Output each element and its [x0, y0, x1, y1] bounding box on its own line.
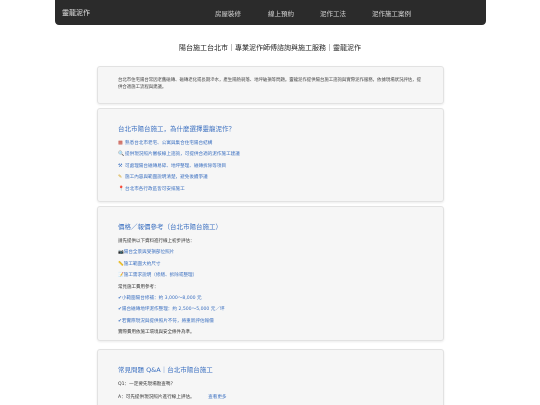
- nav-link-cases[interactable]: 泥作施工案例: [372, 8, 411, 18]
- price-cost-item-label: 若實際現況與提供照片不符，將重新評估報價: [121, 318, 214, 324]
- why-list-item: 📍 台北市各行政區皆可安排施工: [118, 184, 423, 195]
- price-cost-item-label: 小範圍陽台修補：約 3,000～8,000 元: [121, 296, 202, 302]
- price-sub2: 常見施工費用參考：: [118, 284, 159, 290]
- faq-answer-1: A：可先提供現況照片進行線上評估。 查看更多: [118, 392, 423, 403]
- price-footer: 實際費用依施工環境與安全條件為準。: [118, 330, 195, 336]
- nav-link-methods[interactable]: 泥作工法: [320, 8, 346, 18]
- price-material-item: 📏 施工範圍大約尺寸: [118, 259, 423, 270]
- pin-icon: 📍: [118, 185, 125, 192]
- pencil-icon: ✎: [118, 174, 123, 181]
- why-list-item-label: 可處理陽台磁磚易碎、地坪整理、磁磚拆除等項目: [125, 163, 227, 169]
- nav-link-booking[interactable]: 線上預約: [268, 8, 294, 18]
- faq-title: 常見問題 Q&A｜台北市陽台施工: [118, 366, 213, 374]
- faq-answer-text: A：可先提供現況照片進行線上評估。: [118, 395, 195, 400]
- top-navbar: 靈龍泥作 房屋裝修 線上預約 泥作工法 泥作施工案例: [55, 0, 486, 25]
- price-cost-item-label: 陽台磁磚地坪泥作整理：約 2,500～5,000 元／坪: [121, 307, 225, 313]
- why-list-item-label: 提供現況照片審核線上諮詢，可提供合適的泥作施工建議: [125, 152, 240, 158]
- magnifier-icon: 🔍: [118, 151, 125, 158]
- faq-more-link[interactable]: 查看更多: [208, 395, 226, 400]
- price-material-item-label: 施工範圍大約尺寸: [123, 261, 161, 267]
- why-card: 台北市陽台施工，為什麼選擇靈龍泥作？ ▩ 熟悉台北市老宅、公寓與集合住宅陽台結構 🔍…: [97, 108, 444, 202]
- why-list-item-label: 台北市各行政區皆可安排施工: [125, 186, 185, 192]
- nav-link-renovation[interactable]: 房屋裝修: [215, 8, 241, 18]
- brick-icon: ▩: [118, 140, 123, 146]
- why-title: 台北市陽台施工，為什麼選擇靈龍泥作？: [118, 125, 235, 133]
- price-sub1: 請先提供以下資料進行線上初步評估：: [118, 239, 195, 244]
- why-list-item-label: 熟悉台北市老宅、公寓與集合住宅陽台結構: [125, 141, 213, 146]
- price-material-item: 📷 陽台全景與受損部位照片: [118, 247, 423, 258]
- why-list-item-label: 施工內容與範圍說明清楚，避免後續爭議: [125, 175, 208, 181]
- intro-card: 台北市住宅陽台常因老舊磁磚、磁磚老化或長期滲水，產生隔熱剝落、地坪破損等問題。靈…: [97, 66, 444, 104]
- price-cost-item: ✔ 小範圍陽台修補：約 3,000～8,000 元: [118, 293, 423, 304]
- why-list-item: ⚒ 可處理陽台磁磚易碎、地坪整理、磁磚拆除等項目: [118, 161, 423, 172]
- price-list-materials: 📷 陽台全景與受損部位照片 📏 施工範圍大約尺寸 📝 施工需求說明（修繕、拆除或整理）: [118, 247, 423, 281]
- page-title: 陽台施工台北市｜專業泥作師傅諮詢與施工服務｜靈龍泥作: [179, 44, 361, 52]
- tools-icon: ⚒: [118, 162, 123, 169]
- faq-card: 常見問題 Q&A｜台北市陽台施工 Q1：一定要先現場勘查嗎？ A：可先提供現況照…: [97, 349, 444, 405]
- price-title: 價格／報價參考（台北市陽台施工）: [118, 223, 222, 231]
- why-list-item: ✎ 施工內容與範圍說明清楚，避免後續爭議: [118, 172, 423, 183]
- intro-text: 台北市住宅陽台常因老舊磁磚、磁磚老化或長期滲水，產生隔熱剝落、地坪破損等問題。靈…: [118, 78, 421, 90]
- faq-question-1: Q1：一定要先現場勘查嗎？: [118, 382, 176, 387]
- price-cost-item: ✔ 陽台磁磚地坪泥作整理：約 2,500～5,000 元／坪: [118, 304, 423, 315]
- price-cost-item: ✔ 若實際現況與提供照片不符，將重新評估報價: [118, 316, 423, 327]
- price-material-item-label: 施工需求說明（修繕、拆除或整理）: [123, 273, 198, 279]
- brand-logo[interactable]: 靈龍泥作: [62, 8, 212, 18]
- price-material-item-label: 陽台全景與受損部位照片: [123, 250, 175, 256]
- why-list-item: ▩ 熟悉台北市老宅、公寓與集合住宅陽台結構: [118, 138, 423, 149]
- why-list-item: 🔍 提供現況照片審核線上諮詢，可提供合適的泥作施工建議: [118, 149, 423, 160]
- price-card: 價格／報價參考（台北市陽台施工） 請先提供以下資料進行線上初步評估： 📷 陽台全景…: [97, 206, 444, 341]
- why-list: ▩ 熟悉台北市老宅、公寓與集合住宅陽台結構 🔍 提供現況照片審核線上諮詢，可提供合適的…: [118, 138, 423, 195]
- price-material-item: 📝 施工需求說明（修繕、拆除或整理）: [118, 270, 423, 281]
- price-list-costs: ✔ 小範圍陽台修補：約 3,000～8,000 元 ✔ 陽台磁磚地坪泥作整理：約 2,…: [118, 293, 423, 327]
